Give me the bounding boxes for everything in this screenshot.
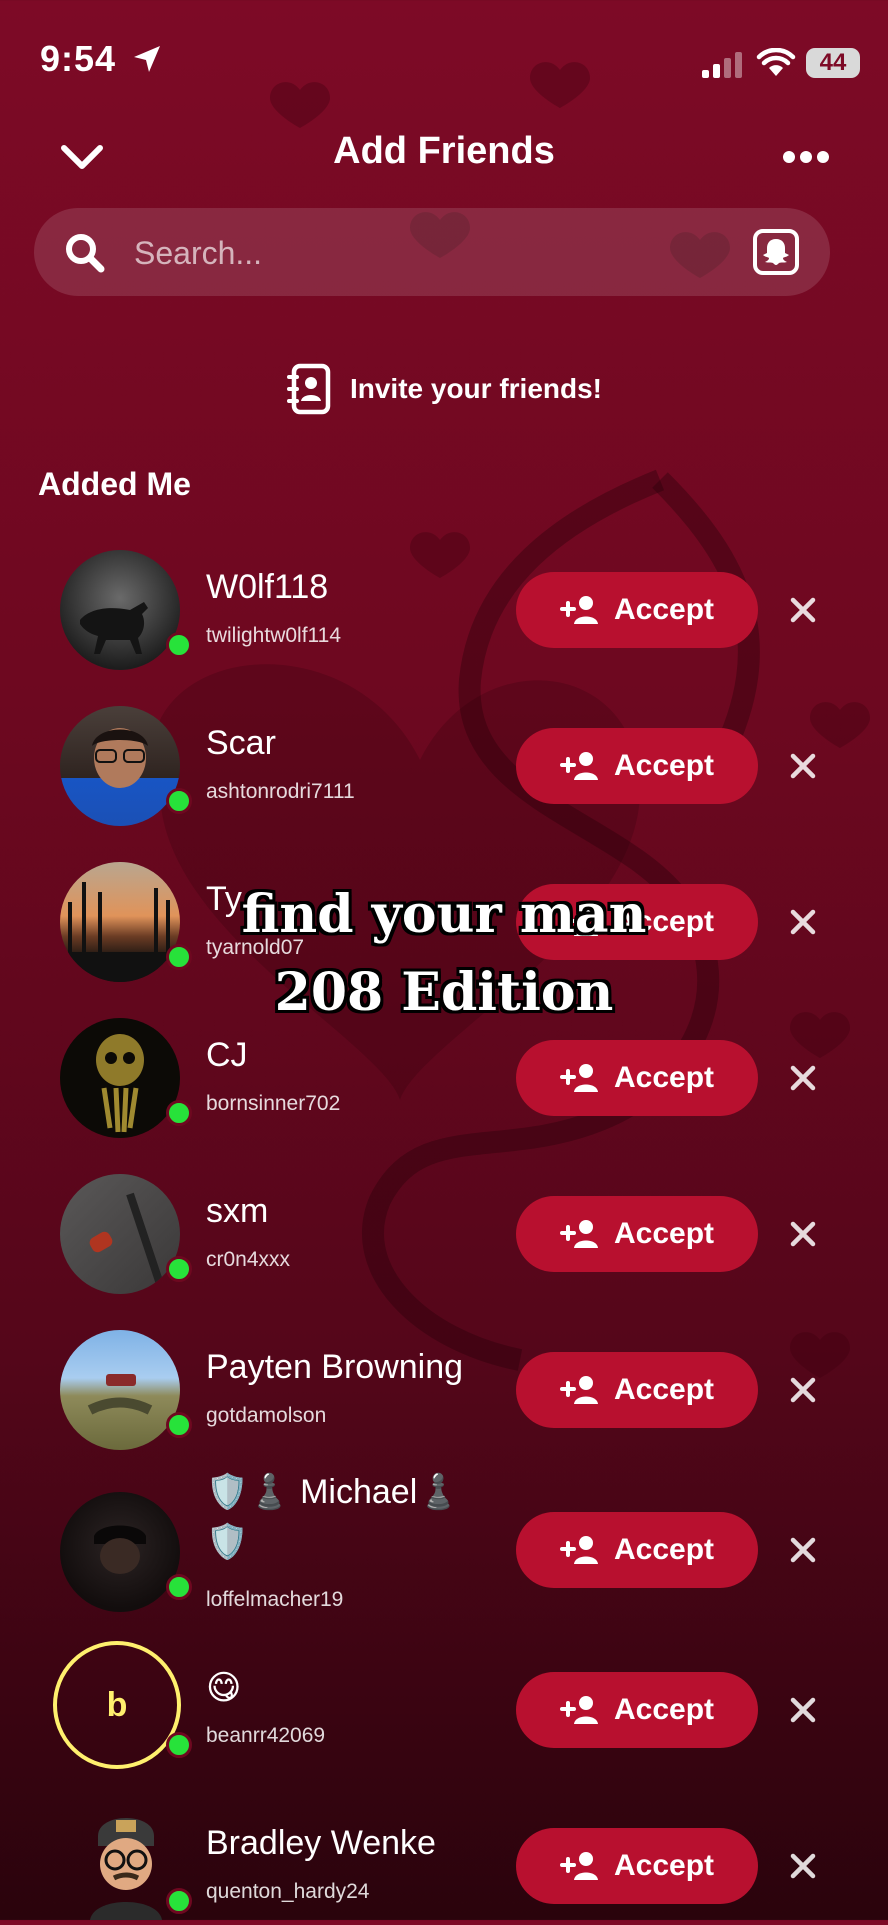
dismiss-x-icon[interactable]: [788, 595, 818, 625]
friend-display-name: W0lf118: [206, 568, 329, 606]
online-indicator: [166, 1888, 192, 1914]
friend-username: ashtonrodri7111: [206, 780, 355, 803]
avatar[interactable]: [60, 1018, 180, 1138]
dismiss-x-icon[interactable]: [788, 1535, 818, 1565]
friend-display-name-line2: 🛡️: [206, 1523, 249, 1561]
add-friend-icon: [559, 596, 598, 624]
list-item: Bradley Wenke quenton_hardy24 Accept: [0, 1788, 888, 1920]
avatar[interactable]: [60, 1492, 180, 1612]
friend-display-name: sxm: [206, 1192, 269, 1230]
accept-button[interactable]: Accept: [516, 1512, 758, 1588]
add-friend-icon: [559, 1376, 598, 1404]
location-arrow-icon: [134, 46, 160, 72]
add-friend-icon: [559, 1696, 598, 1724]
friend-username: cr0n4xxx: [206, 1248, 291, 1271]
search-bar[interactable]: [34, 208, 830, 296]
avatar[interactable]: b: [52, 1640, 182, 1770]
accept-label: Accept: [613, 749, 715, 782]
accept-label: Accept: [613, 1693, 715, 1726]
add-friend-icon: [559, 1852, 598, 1880]
wifi-icon: [756, 48, 796, 76]
accept-label: Accept: [613, 1849, 715, 1882]
list-item: 🛡️♟️ Michael♟️ 🛡️ loffelmacher19 Accept: [0, 1472, 888, 1622]
list-item: sxm cr0n4xxx Accept: [0, 1156, 888, 1306]
friend-username: bornsinner702: [206, 1092, 341, 1115]
page-title: Add Friends: [333, 130, 555, 172]
search-icon: [66, 234, 105, 273]
accept-label: Accept: [613, 1373, 715, 1406]
wolf-photo: [80, 602, 148, 654]
avatar[interactable]: [60, 706, 180, 826]
dismiss-x-icon[interactable]: [788, 1851, 818, 1881]
avatar[interactable]: [60, 1174, 180, 1294]
list-item: Scar ashtonrodri7111 Accept: [0, 688, 888, 838]
accept-button[interactable]: Accept: [516, 728, 758, 804]
accept-button[interactable]: Accept: [516, 572, 758, 648]
friend-display-name: CJ: [206, 1036, 248, 1074]
dismiss-x-icon[interactable]: [788, 1063, 818, 1093]
bitmoji-avatar: [90, 1818, 162, 1920]
status-bar: 9:54 44: [0, 0, 888, 120]
overlay-caption-line1: find your man: [241, 884, 647, 945]
online-indicator: [166, 1100, 192, 1126]
list-item: b 😋 beanrr42069 Accept: [0, 1632, 888, 1782]
dismiss-x-icon[interactable]: [788, 1219, 818, 1249]
friend-username: loffelmacher19: [206, 1588, 344, 1611]
avatar[interactable]: [76, 1806, 176, 1920]
cellular-signal-icon: [702, 52, 742, 78]
friend-username: beanrr42069: [206, 1724, 326, 1747]
friend-display-name: Bradley Wenke: [206, 1824, 436, 1862]
online-indicator: [166, 788, 192, 814]
invite-label: Invite your friends!: [349, 373, 603, 404]
more-options-icon[interactable]: [782, 150, 830, 164]
avatar[interactable]: [60, 1330, 180, 1450]
friend-display-name: Scar: [206, 724, 276, 762]
add-friend-icon: [559, 1220, 598, 1248]
accept-label: Accept: [613, 593, 715, 626]
online-indicator: [166, 1732, 192, 1758]
dark-selfie-photo: [94, 1525, 146, 1574]
accept-label: Accept: [613, 1533, 715, 1566]
truck-field-photo: [87, 1374, 153, 1415]
accept-button[interactable]: Accept: [516, 1352, 758, 1428]
snapcode-ghost-icon[interactable]: [752, 228, 800, 276]
add-friend-icon: [559, 1536, 598, 1564]
room-photo: [89, 1192, 164, 1286]
friend-username: twilightw0lf114: [206, 624, 342, 647]
friend-display-name: 😋: [206, 1669, 242, 1707]
accept-button[interactable]: Accept: [516, 1040, 758, 1116]
contacts-book-icon: [286, 363, 331, 415]
friend-display-name: Payten Browning: [206, 1348, 464, 1386]
dismiss-x-icon[interactable]: [788, 751, 818, 781]
friend-username: quenton_hardy24: [206, 1880, 370, 1903]
avatar-letter: b: [106, 1686, 128, 1724]
search-input[interactable]: [132, 228, 696, 278]
online-indicator: [166, 1574, 192, 1600]
list-item: Payten Browning gotdamolson Accept: [0, 1312, 888, 1462]
online-indicator: [166, 1412, 192, 1438]
online-indicator: [166, 632, 192, 658]
accept-button[interactable]: Accept: [516, 1828, 758, 1904]
list-item: W0lf118 twilightw0lf114 Accept: [0, 532, 888, 682]
section-title-added-me: Added Me: [38, 466, 191, 502]
dismiss-x-icon[interactable]: [788, 1695, 818, 1725]
add-friend-icon: [559, 1064, 598, 1092]
friend-display-name: 🛡️♟️ Michael♟️: [206, 1473, 460, 1511]
skull-photo: [96, 1034, 144, 1133]
dismiss-x-icon[interactable]: [788, 1375, 818, 1405]
avatar[interactable]: [60, 550, 180, 670]
friend-username: gotdamolson: [206, 1404, 327, 1427]
accept-button[interactable]: Accept: [516, 1672, 758, 1748]
overlay-caption-line2: 208 Edition: [274, 962, 614, 1023]
add-friend-icon: [559, 752, 598, 780]
accept-button[interactable]: Accept: [516, 1196, 758, 1272]
selfie-photo: [92, 728, 148, 788]
battery-indicator: 44: [806, 48, 860, 78]
online-indicator: [166, 1256, 192, 1282]
status-time: 9:54: [40, 38, 117, 79]
accept-label: Accept: [613, 1217, 715, 1250]
invite-friends-button[interactable]: Invite your friends!: [0, 354, 888, 424]
accept-label: Accept: [613, 1061, 715, 1094]
